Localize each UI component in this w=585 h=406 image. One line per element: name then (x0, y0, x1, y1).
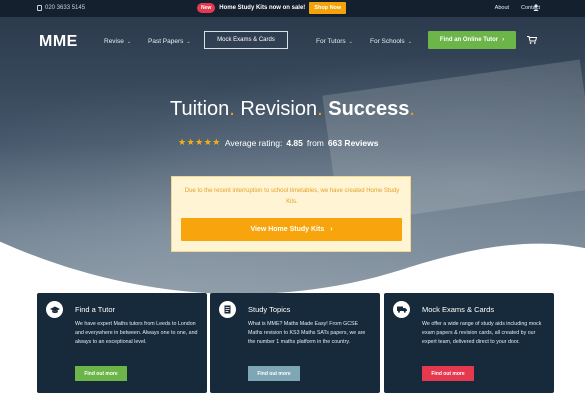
view-home-study-kits-label: View Home Study Kits (250, 226, 325, 233)
headline-dot: . (229, 98, 235, 120)
card-title: Mock Exams & Cards (422, 305, 495, 314)
find-out-more-button[interactable]: Find out more (422, 366, 474, 381)
headline-word-tuition: Tuition (170, 98, 230, 120)
chevron-down-icon: ⌄ (407, 38, 412, 45)
chevron-down-icon: ⌄ (186, 38, 191, 45)
nav-past-papers-label: Past Papers (148, 38, 184, 45)
card-find-a-tutor: Find a Tutor We have expert Maths tutors… (37, 293, 207, 393)
star-rating-icon: ★★★★★ (178, 137, 221, 147)
headline-word-success: Success (328, 98, 410, 120)
promo-banner: New Home Study Kits now on sale! Shop No… (197, 2, 347, 14)
new-badge: New (197, 3, 216, 13)
card-mock-exams-cards: Mock Exams & Cards We offer a wide range… (384, 293, 554, 393)
review-count: 663 Reviews (327, 137, 379, 148)
shopping-cart-icon[interactable] (527, 36, 537, 44)
promo-text: Home Study Kits now on sale! (219, 5, 306, 11)
nav-for-tutors-label: For Tutors (316, 38, 346, 45)
document-icon (219, 301, 236, 318)
arrow-right-icon: › (502, 37, 505, 43)
nav-past-papers[interactable]: Past Papers ⌄ (148, 38, 191, 45)
headline-dot: . (409, 98, 415, 120)
find-out-more-button[interactable]: Find out more (75, 366, 127, 381)
find-online-tutor-button[interactable]: Find an Online Tutor › (428, 31, 516, 49)
headline-dot: . (317, 98, 323, 120)
mock-exams-cards-button[interactable]: Mock Exams & Cards (204, 31, 288, 49)
top-utility-bar: 020 3633 5145 New Home Study Kits now on… (0, 0, 585, 17)
chevron-down-icon: ⌄ (126, 38, 132, 45)
about-link[interactable]: About (495, 5, 509, 11)
phone-icon (37, 5, 42, 11)
nav-for-schools-label: For Schools (370, 38, 405, 45)
home-study-kits-notice: Due to the recent interruption to school… (171, 176, 411, 252)
phone-number-text: 020 3633 5145 (45, 5, 86, 11)
notice-text: Due to the recent interruption to school… (184, 188, 400, 205)
arrow-right-icon: › (330, 226, 333, 233)
headline-word-revision: Revision (240, 98, 318, 120)
nav-for-tutors[interactable]: For Tutors ⌄ (316, 38, 353, 45)
rating-value: 4.85 (286, 137, 303, 148)
shop-now-button[interactable]: Shop Now (309, 2, 347, 14)
site-logo[interactable]: MME (39, 33, 78, 51)
card-title: Study Topics (248, 305, 291, 314)
view-home-study-kits-button[interactable]: View Home Study Kits › (181, 218, 402, 241)
average-rating: ★★★★★ Average rating: 4.85 from 663 Revi… (178, 137, 378, 148)
nav-for-schools[interactable]: For Schools ⌄ (370, 38, 412, 45)
chevron-down-icon: ⌄ (348, 38, 353, 45)
delivery-truck-icon (393, 301, 410, 318)
user-account-icon[interactable] (533, 4, 539, 11)
rating-prefix: Average rating: (224, 137, 283, 148)
graduation-cap-icon (46, 301, 63, 318)
nav-revise[interactable]: Revise ⌄ (104, 38, 131, 45)
find-online-tutor-label: Find an Online Tutor (439, 37, 499, 43)
rating-from: from (306, 137, 324, 148)
card-study-topics: Study Topics What is MME? Maths Made Eas… (210, 293, 380, 393)
card-description: What is MME? Maths Made Easy! From GCSE … (248, 321, 366, 345)
find-out-more-button[interactable]: Find out more (248, 366, 300, 381)
hero-headline: Tuition. Revision. Success. (0, 98, 585, 121)
card-description: We have expert Maths tutors from Leeds t… (75, 321, 198, 345)
nav-revise-label: Revise (104, 38, 124, 45)
phone-number[interactable]: 020 3633 5145 (37, 5, 85, 11)
card-title: Find a Tutor (75, 305, 116, 314)
hero-section (0, 17, 585, 300)
card-description: We offer a wide range of study aids incl… (422, 321, 542, 345)
